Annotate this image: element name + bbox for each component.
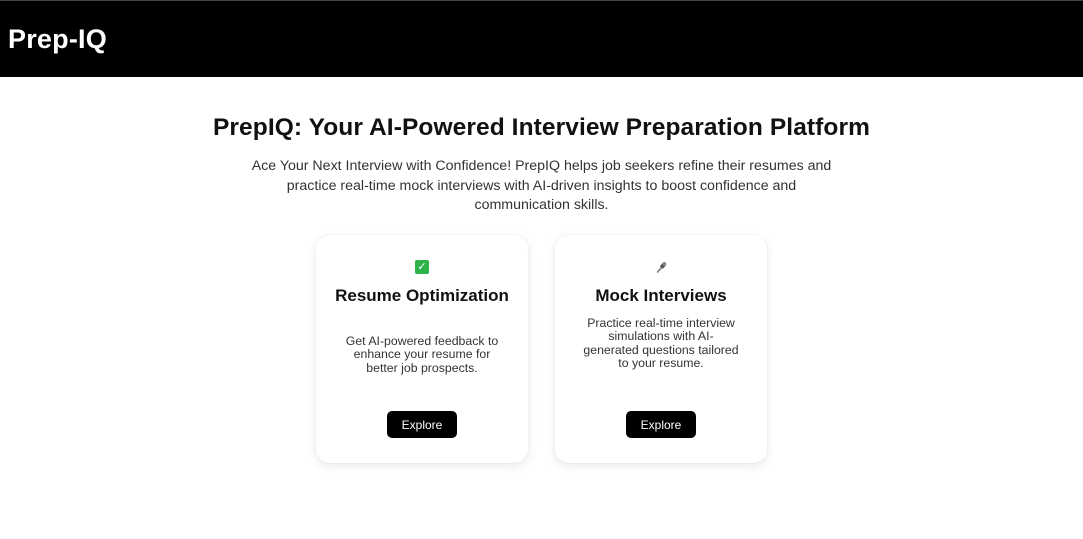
feature-card-description: Get AI-powered feedback to enhance your …: [345, 334, 499, 375]
navbar: Prep-IQ: [0, 0, 1083, 77]
microphone-icon: [555, 260, 767, 276]
brand-logo-text[interactable]: Prep-IQ: [8, 24, 107, 55]
feature-card-mock-interviews: Mock Interviews Practice real-time inter…: [555, 235, 767, 463]
hero-subtitle: Ace Your Next Interview with Confidence!…: [251, 158, 832, 213]
page-title: PrepIQ: Your AI-Powered Interview Prepar…: [212, 114, 871, 141]
hero-section: PrepIQ: Your AI-Powered Interview Prepar…: [0, 114, 1083, 216]
feature-card-resume-optimization: ✓ Resume Optimization Get AI-powered fee…: [316, 235, 528, 463]
explore-button-mock-interviews[interactable]: Explore: [626, 411, 696, 438]
explore-button-resume-optimization[interactable]: Explore: [387, 411, 457, 438]
feature-card-description: Practice real-time interview simulations…: [583, 316, 739, 370]
feature-card-title: Mock Interviews: [595, 286, 727, 305]
check-mark-icon: ✓: [316, 260, 528, 276]
feature-card-title: Resume Optimization: [335, 286, 509, 305]
